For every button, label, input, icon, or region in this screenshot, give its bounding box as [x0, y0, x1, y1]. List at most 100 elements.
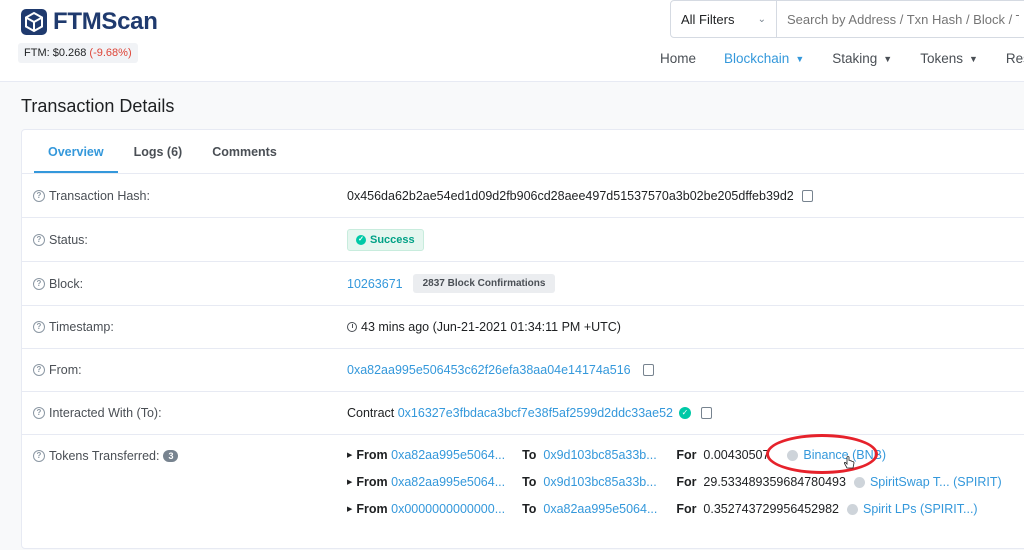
- field-label: ? Status:: [33, 233, 88, 247]
- search-bar: All Filters ⌄: [670, 0, 1024, 38]
- search-input[interactable]: [777, 1, 1024, 37]
- transaction-hash: 0x456da62b2ae54ed1d09d2fb906cd28aee497d5…: [347, 189, 794, 203]
- label-text: Timestamp:: [49, 320, 114, 334]
- caret-right-icon: ▶: [347, 452, 353, 459]
- field-label: ? Tokens Transferred: 3: [33, 449, 179, 463]
- from-label: From: [356, 448, 388, 462]
- chevron-down-icon: ▼: [968, 53, 978, 64]
- token-icon: [853, 476, 865, 488]
- question-icon[interactable]: ?: [33, 277, 45, 290]
- nav-tokens-label: Tokens: [920, 51, 963, 66]
- to-label: To: [522, 448, 537, 462]
- field-value: 0xa82aa995e506453c62f26efa38aa04e14174a5…: [347, 361, 657, 377]
- transfer-to-link[interactable]: 0x9d103bc85a33b...: [543, 448, 669, 462]
- to-label: To: [522, 502, 537, 516]
- question-icon[interactable]: ?: [33, 407, 45, 419]
- hand-cursor-icon: [843, 456, 855, 469]
- label-text: Tokens Transferred:: [49, 449, 160, 463]
- label-text: From:: [49, 363, 82, 377]
- nav-tokens[interactable]: Tokens ▼: [920, 51, 978, 66]
- from-label: From: [356, 502, 388, 516]
- copy-icon[interactable]: [642, 361, 657, 376]
- caret-right-icon: ▶: [347, 506, 353, 513]
- row-block: ? Block: 10263671 2837 Block Confirmations: [22, 262, 1024, 306]
- nav-resources-label: Reso: [1005, 51, 1024, 66]
- chevron-down-icon: ▼: [883, 53, 893, 64]
- field-label: ? Interacted With (To):: [33, 406, 162, 420]
- token-transfer-row: ▶ From 0xa82aa995e5064... To 0x9d103bc85…: [347, 475, 1002, 489]
- from-address-link[interactable]: 0xa82aa995e506453c62f26efa38aa04e14174a5…: [347, 363, 631, 377]
- label-text: Block:: [49, 276, 84, 291]
- clock-icon: [347, 322, 357, 332]
- transfer-from-link[interactable]: 0xa82aa995e5064...: [391, 475, 515, 489]
- ftm-price: FTM: $0.268 (-9.68%): [18, 43, 138, 63]
- label-text: Transaction Hash:: [49, 189, 150, 203]
- to-label: To: [522, 475, 537, 489]
- question-icon[interactable]: ?: [33, 450, 45, 462]
- row-timestamp: ? Timestamp: 43 mins ago (Jun-21-2021 01:…: [22, 306, 1024, 349]
- for-label: For: [676, 475, 697, 489]
- token-link[interactable]: SpiritSwap T... (SPIRIT): [870, 475, 1002, 489]
- nav-resources[interactable]: Reso: [1006, 51, 1024, 66]
- transfer-from-link[interactable]: 0x0000000000000...: [391, 502, 515, 516]
- annotation-circle: [766, 434, 878, 474]
- row-from: ? From: 0xa82aa995e506453c62f26efa38aa04e…: [22, 349, 1024, 392]
- page-title: Transaction Details: [21, 96, 175, 116]
- label-text: Interacted With (To):: [49, 406, 162, 420]
- confirmations-badge: 2837 Block Confirmations: [412, 274, 556, 293]
- token-icon: [846, 503, 858, 515]
- contract-prefix: Contract: [347, 406, 395, 420]
- row-interacted-with: ? Interacted With (To): Contract 0x16327e…: [22, 392, 1024, 435]
- contract-address-link[interactable]: 0x16327e3fbdaca3bcf7e38f5af2599d2ddc33ae…: [398, 406, 673, 420]
- from-label: From: [356, 475, 388, 489]
- transfer-amount: 0.352743729956452982: [703, 502, 839, 516]
- field-value: ✓ Success: [347, 228, 424, 251]
- filter-select[interactable]: All Filters ⌄: [671, 1, 777, 37]
- for-label: For: [676, 448, 697, 462]
- tab-comments[interactable]: Comments: [198, 145, 291, 173]
- transfer-to-link[interactable]: 0xa82aa995e5064...: [543, 502, 669, 516]
- nav-blockchain[interactable]: Blockchain ▼: [724, 51, 804, 66]
- verified-check-icon: ✓: [679, 407, 691, 419]
- main-nav: Home Blockchain ▼ Staking ▼ Tokens ▼ Reso: [660, 51, 1024, 66]
- transfer-from-link[interactable]: 0xa82aa995e5064...: [391, 448, 515, 462]
- ftmscan-logo-icon: [21, 9, 47, 35]
- nav-staking-label: Staking: [832, 51, 878, 66]
- question-icon[interactable]: ?: [33, 364, 45, 376]
- check-circle-icon: ✓: [356, 234, 366, 245]
- transaction-card: Overview Logs (6) Comments ? Transaction …: [21, 129, 1024, 549]
- row-status: ? Status: ✓ Success: [22, 218, 1024, 262]
- token-link[interactable]: Spirit LPs (SPIRIT...): [863, 502, 978, 516]
- transfer-count-badge: 3: [163, 450, 179, 462]
- question-icon[interactable]: ?: [33, 233, 45, 246]
- transfer-to-link[interactable]: 0x9d103bc85a33b...: [543, 475, 669, 489]
- header: FTMScan FTM: $0.268 (-9.68%) All Filters…: [0, 0, 1024, 82]
- status-text: Success: [370, 233, 415, 246]
- row-transaction-hash: ? Transaction Hash: 0x456da62b2ae54ed1d09…: [22, 175, 1024, 218]
- nav-home[interactable]: Home: [660, 51, 696, 66]
- tab-overview[interactable]: Overview: [34, 145, 118, 173]
- price-change: (-9.68%): [89, 47, 132, 59]
- question-icon[interactable]: ?: [33, 321, 45, 333]
- block-link[interactable]: 10263671: [347, 277, 403, 291]
- filter-label: All Filters: [681, 11, 735, 27]
- caret-right-icon: ▶: [347, 479, 353, 486]
- question-icon[interactable]: ?: [33, 190, 45, 202]
- field-value: 0x456da62b2ae54ed1d09d2fb906cd28aee497d5…: [347, 187, 816, 203]
- chevron-down-icon: ▼: [795, 53, 805, 64]
- copy-icon[interactable]: [701, 404, 715, 419]
- copy-icon[interactable]: [801, 187, 816, 202]
- token-transfer-row: ▶ From 0x0000000000000... To 0xa82aa995e…: [347, 502, 978, 516]
- tab-bar: Overview Logs (6) Comments: [22, 130, 1024, 174]
- logo[interactable]: FTMScan: [21, 8, 158, 36]
- label-text: Status:: [49, 232, 88, 247]
- tab-logs[interactable]: Logs (6): [120, 145, 197, 173]
- nav-staking[interactable]: Staking ▼: [832, 51, 892, 66]
- field-value: 10263671 2837 Block Confirmations: [347, 274, 556, 293]
- field-label: ? Timestamp:: [33, 320, 114, 334]
- nav-blockchain-label: Blockchain: [724, 51, 790, 66]
- nav-home-label: Home: [660, 51, 697, 66]
- field-label: ? Block:: [33, 277, 83, 291]
- field-value: Contract 0x16327e3fbdaca3bcf7e38f5af2599…: [347, 404, 715, 420]
- field-label: ? Transaction Hash:: [33, 189, 150, 203]
